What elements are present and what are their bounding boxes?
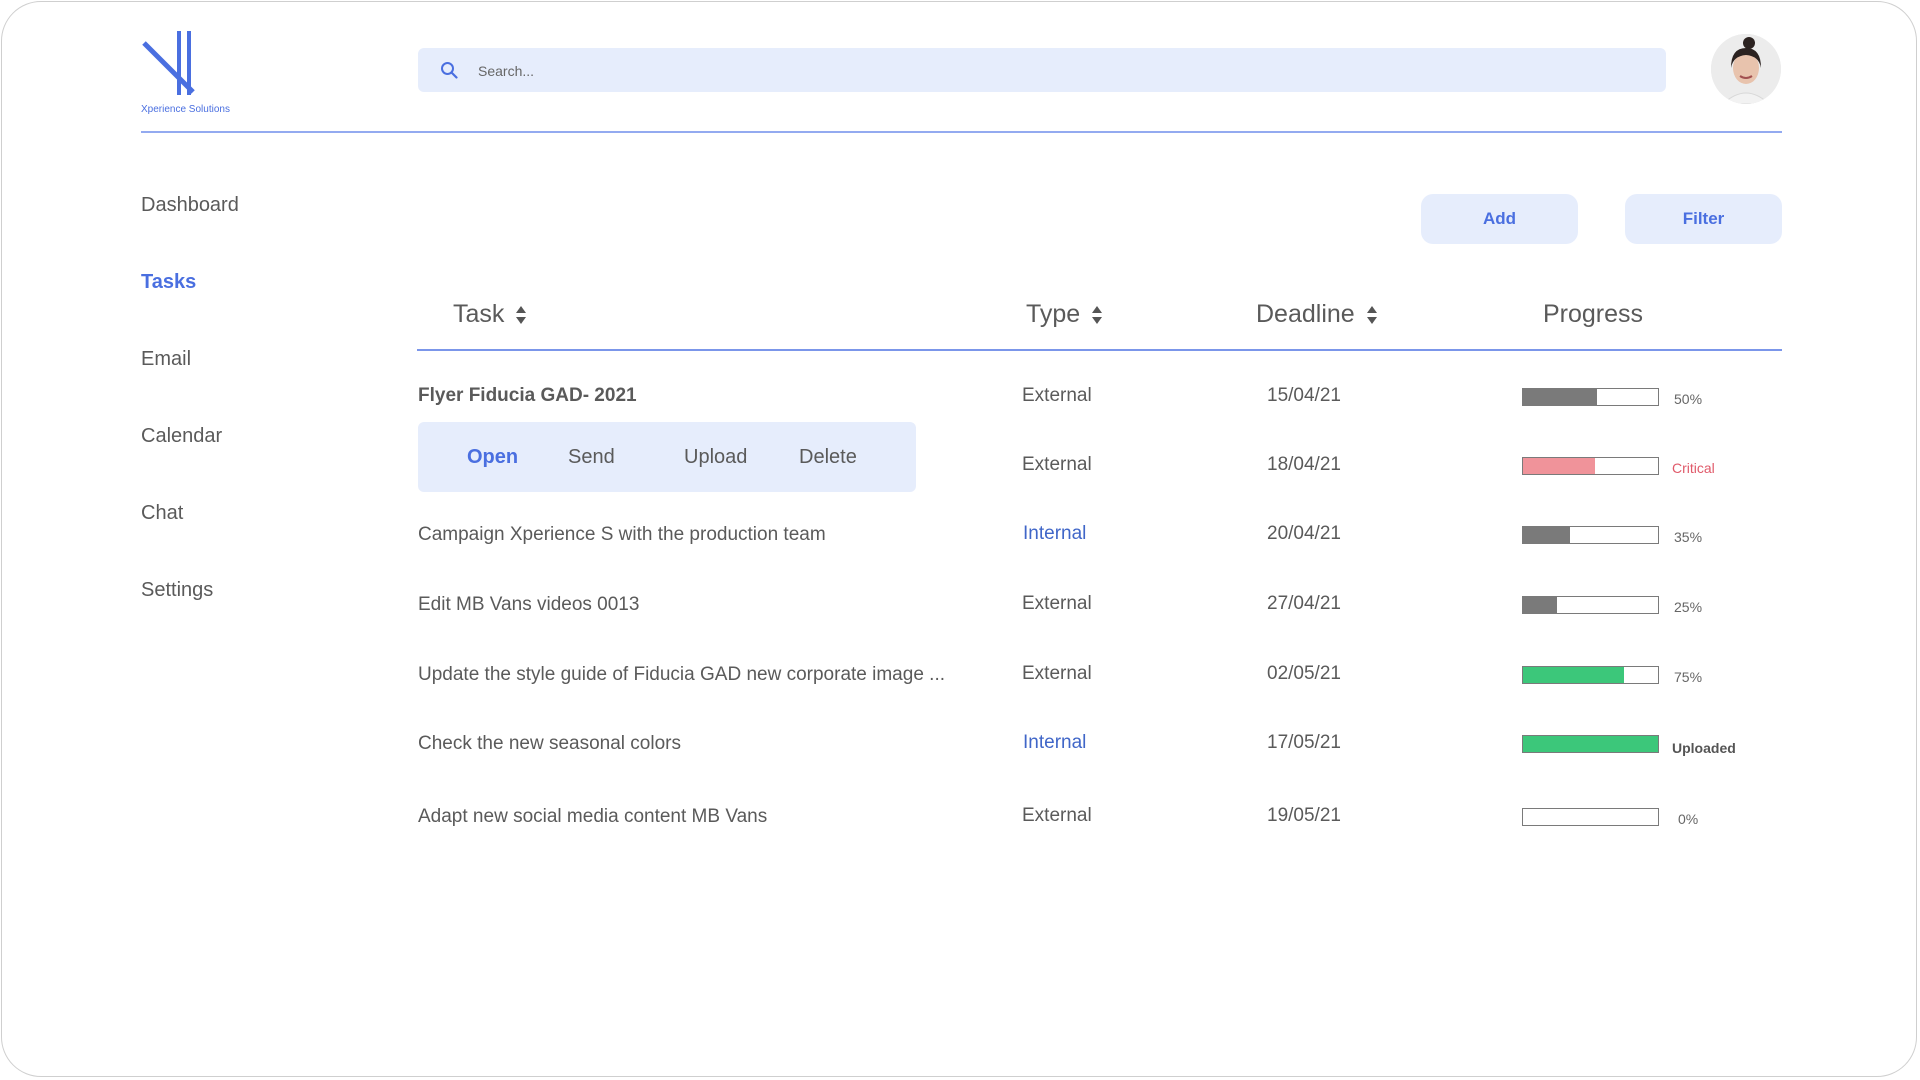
table-row-task[interactable]: Edit MB Vans videos 0013 bbox=[418, 594, 639, 616]
progress-bar bbox=[1522, 808, 1659, 826]
sidebar-item-dashboard[interactable]: Dashboard bbox=[141, 194, 239, 217]
column-header-type-label: Type bbox=[1026, 300, 1081, 328]
column-header-deadline-label: Deadline bbox=[1256, 300, 1355, 328]
sidebar-item-chat[interactable]: Chat bbox=[141, 502, 183, 525]
progress-label: 50% bbox=[1674, 391, 1703, 407]
progress-label: 0% bbox=[1678, 811, 1699, 827]
table-row-deadline: 20/04/21 bbox=[1267, 523, 1341, 544]
sidebar-item-email[interactable]: Email bbox=[141, 348, 191, 371]
progress-bar bbox=[1522, 388, 1659, 406]
header-divider bbox=[141, 131, 1782, 133]
column-header-progress-label: Progress bbox=[1543, 300, 1644, 328]
sort-icon[interactable] bbox=[516, 305, 527, 324]
progress-bar bbox=[1522, 666, 1659, 684]
open-button[interactable]: Open bbox=[467, 422, 518, 492]
table-row-type: External bbox=[1022, 593, 1092, 614]
column-header-deadline[interactable]: Deadline bbox=[1256, 300, 1377, 329]
progress-bar bbox=[1522, 457, 1659, 475]
company-logo[interactable]: Xperience Solutions bbox=[141, 29, 251, 119]
row-action-menu: Open Send Upload Delete bbox=[418, 422, 916, 492]
table-row-deadline: 15/04/21 bbox=[1267, 385, 1341, 406]
column-header-task[interactable]: Task bbox=[453, 300, 527, 329]
column-header-type[interactable]: Type bbox=[1026, 300, 1103, 329]
progress-bar-fill bbox=[1523, 458, 1595, 474]
send-button[interactable]: Send bbox=[568, 422, 615, 492]
user-avatar[interactable] bbox=[1711, 34, 1781, 104]
upload-button[interactable]: Upload bbox=[684, 422, 747, 492]
table-row-deadline: 19/05/21 bbox=[1267, 805, 1341, 826]
search-icon bbox=[441, 62, 458, 79]
table-row-deadline: 18/04/21 bbox=[1267, 454, 1341, 475]
progress-label: 35% bbox=[1674, 529, 1703, 545]
progress-bar-fill bbox=[1523, 736, 1658, 752]
sidebar-item-calendar[interactable]: Calendar bbox=[141, 425, 222, 448]
progress-bar-fill bbox=[1523, 667, 1625, 683]
table-row-deadline: 27/04/21 bbox=[1267, 593, 1341, 614]
app-window: Xperience Solutions Dashboard Tasks Emai… bbox=[1, 1, 1917, 1077]
progress-label: Uploaded bbox=[1672, 740, 1736, 756]
progress-bar bbox=[1522, 596, 1659, 614]
sidebar-item-tasks[interactable]: Tasks bbox=[141, 271, 196, 294]
progress-label: 75% bbox=[1674, 669, 1703, 685]
add-button[interactable]: Add bbox=[1421, 194, 1578, 244]
delete-button[interactable]: Delete bbox=[799, 422, 857, 492]
progress-bar-fill bbox=[1523, 389, 1598, 405]
column-header-progress: Progress bbox=[1543, 300, 1643, 329]
logo-text: Xperience Solutions bbox=[141, 104, 230, 115]
search-input[interactable] bbox=[476, 48, 1640, 94]
column-header-task-label: Task bbox=[453, 300, 505, 328]
table-row-task[interactable]: Check the new seasonal colors bbox=[418, 733, 681, 755]
table-header-divider bbox=[417, 349, 1782, 351]
table-row-task[interactable]: Flyer Fiducia GAD- 2021 bbox=[418, 385, 637, 407]
avatar-icon bbox=[1711, 34, 1781, 104]
table-row-task[interactable]: Campaign Xperience S with the production… bbox=[418, 524, 826, 546]
table-row-type: External bbox=[1022, 454, 1092, 475]
table-row-task[interactable]: Adapt new social media content MB Vans bbox=[418, 806, 767, 828]
logo-mark-icon bbox=[142, 31, 195, 95]
table-row-type: Internal bbox=[1023, 523, 1087, 544]
progress-bar-fill bbox=[1523, 597, 1557, 613]
progress-label: Critical bbox=[1672, 460, 1715, 476]
sidebar-item-settings[interactable]: Settings bbox=[141, 579, 213, 602]
filter-button[interactable]: Filter bbox=[1625, 194, 1782, 244]
progress-label: 25% bbox=[1674, 599, 1703, 615]
table-row-type: Internal bbox=[1023, 732, 1087, 753]
table-row-task[interactable]: Update the style guide of Fiducia GAD ne… bbox=[418, 664, 945, 686]
progress-bar bbox=[1522, 526, 1659, 544]
search-bar[interactable] bbox=[418, 48, 1666, 94]
progress-bar bbox=[1522, 735, 1659, 753]
table-row-type: External bbox=[1022, 663, 1092, 684]
table-row-deadline: 17/05/21 bbox=[1267, 732, 1341, 753]
progress-bar-fill bbox=[1523, 527, 1571, 543]
sort-icon[interactable] bbox=[1366, 305, 1377, 324]
table-row-type: External bbox=[1022, 385, 1092, 406]
sort-icon[interactable] bbox=[1092, 305, 1103, 324]
table-row-type: External bbox=[1022, 805, 1092, 826]
table-row-deadline: 02/05/21 bbox=[1267, 663, 1341, 684]
